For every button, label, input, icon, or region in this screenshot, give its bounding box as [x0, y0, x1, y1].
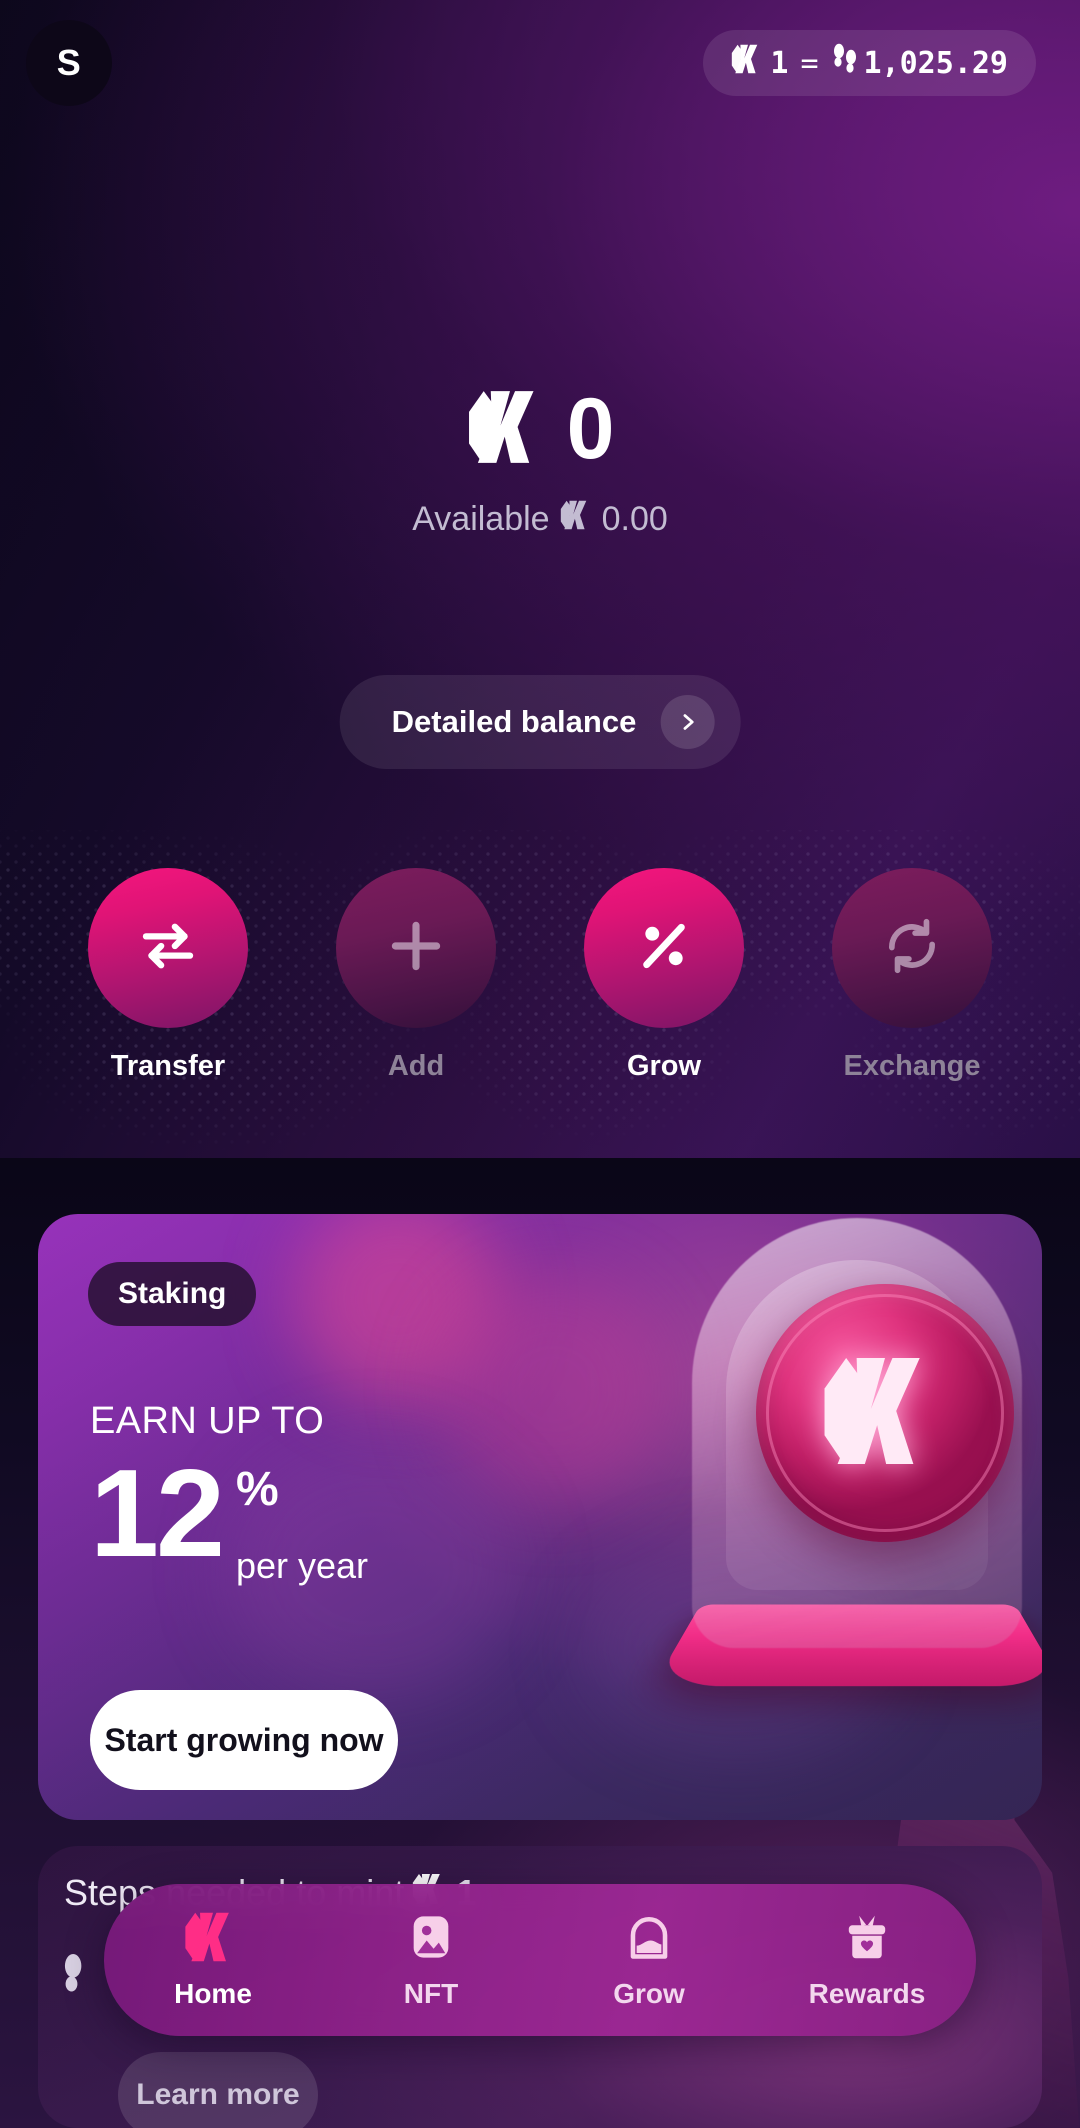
- app-screen: S 1 = 1,025.29 0 Available 0.00 Detailed…: [0, 0, 1080, 2128]
- sweat-logo-icon: [821, 1355, 949, 1472]
- staking-tag: Staking: [88, 1262, 257, 1326]
- sweat-logo-icon: [467, 389, 553, 470]
- sweat-coin-3d-icon: [640, 1214, 1042, 1820]
- coin-disc: [756, 1284, 1014, 1542]
- nav-item-grow-label: Grow: [613, 1977, 685, 2009]
- rate-quote-amount: 1,025.29: [863, 45, 1009, 81]
- apy-unit: %: [235, 1463, 279, 1516]
- arch-plant-icon: [622, 1911, 676, 1968]
- nav-item-nft-label: NFT: [403, 1977, 459, 2009]
- apy-value: 12: [90, 1445, 225, 1583]
- image-icon: [404, 1911, 458, 1968]
- sweat-logo-icon: [731, 44, 765, 82]
- staking-headline: EARN UP TO: [90, 1400, 325, 1442]
- nav-item-rewards-label: Rewards: [808, 1977, 926, 2009]
- start-growing-button[interactable]: Start growing now: [90, 1690, 398, 1790]
- balance-block: 0 Available 0.00: [0, 386, 1080, 539]
- avatar-initial: S: [56, 42, 82, 83]
- bottom-navigation: Home NFT Grow Rewards: [104, 1884, 976, 2036]
- chevron-right-icon: [660, 695, 715, 749]
- transfer-arrows-icon: [135, 913, 201, 984]
- exchange-button-circle[interactable]: [832, 868, 992, 1028]
- learn-more-label: Learn more: [136, 2078, 300, 2111]
- rate-base-amount: 1: [770, 45, 789, 81]
- footprint-icon: [60, 1950, 106, 2013]
- staking-card[interactable]: Staking EARN UP TO 12 % per year Start g…: [38, 1214, 1042, 1820]
- swap-refresh-icon: [881, 915, 943, 982]
- action-add-label: Add: [387, 1050, 445, 1082]
- rate-equals: =: [800, 45, 819, 81]
- plus-icon: [383, 913, 449, 984]
- action-exchange[interactable]: Exchange: [788, 868, 1036, 1083]
- top-bar: S 1 = 1,025.29: [0, 0, 1080, 130]
- exchange-rate-pill[interactable]: 1 = 1,025.29: [703, 30, 1036, 96]
- nav-item-grow[interactable]: Grow: [540, 1911, 758, 2010]
- staking-apy: 12 % per year: [90, 1452, 368, 1584]
- available-amount: 0.00: [601, 500, 668, 538]
- nav-item-nft[interactable]: NFT: [322, 1911, 540, 2010]
- action-transfer-label: Transfer: [110, 1050, 226, 1082]
- action-exchange-label: Exchange: [843, 1050, 981, 1082]
- percent-icon: [632, 914, 696, 983]
- sweat-logo-icon: [560, 500, 594, 539]
- balance-amount: 0: [566, 381, 615, 477]
- start-growing-label: Start growing now: [104, 1721, 384, 1758]
- nav-item-home-label: Home: [174, 1977, 252, 2009]
- grow-button-circle[interactable]: [584, 868, 744, 1028]
- staking-tag-label: Staking: [118, 1277, 227, 1310]
- gift-icon: [840, 1911, 894, 1968]
- action-grow[interactable]: Grow: [540, 868, 788, 1083]
- transfer-button-circle[interactable]: [88, 868, 248, 1028]
- decorative-blob: [438, 1274, 668, 1504]
- detailed-balance-label: Detailed balance: [391, 704, 637, 739]
- learn-more-button[interactable]: Learn more: [118, 2052, 318, 2128]
- nav-item-rewards[interactable]: Rewards: [758, 1911, 976, 2010]
- footprint-icon: [831, 43, 859, 83]
- add-button-circle[interactable]: [336, 868, 496, 1028]
- available-balance: Available 0.00: [0, 500, 1080, 539]
- action-add[interactable]: Add: [292, 868, 540, 1083]
- action-transfer[interactable]: Transfer: [44, 868, 292, 1083]
- balance-main: 0: [0, 386, 1080, 472]
- detailed-balance-button[interactable]: Detailed balance: [339, 675, 741, 769]
- apy-period: per year: [235, 1545, 369, 1586]
- sweat-logo-icon: [184, 1911, 242, 1968]
- account-avatar[interactable]: S: [26, 20, 112, 106]
- action-grow-label: Grow: [626, 1050, 702, 1082]
- quick-actions-row: Transfer Add Grow Exchange: [0, 868, 1080, 1083]
- available-label: Available: [412, 500, 550, 538]
- nav-item-home[interactable]: Home: [104, 1911, 322, 2010]
